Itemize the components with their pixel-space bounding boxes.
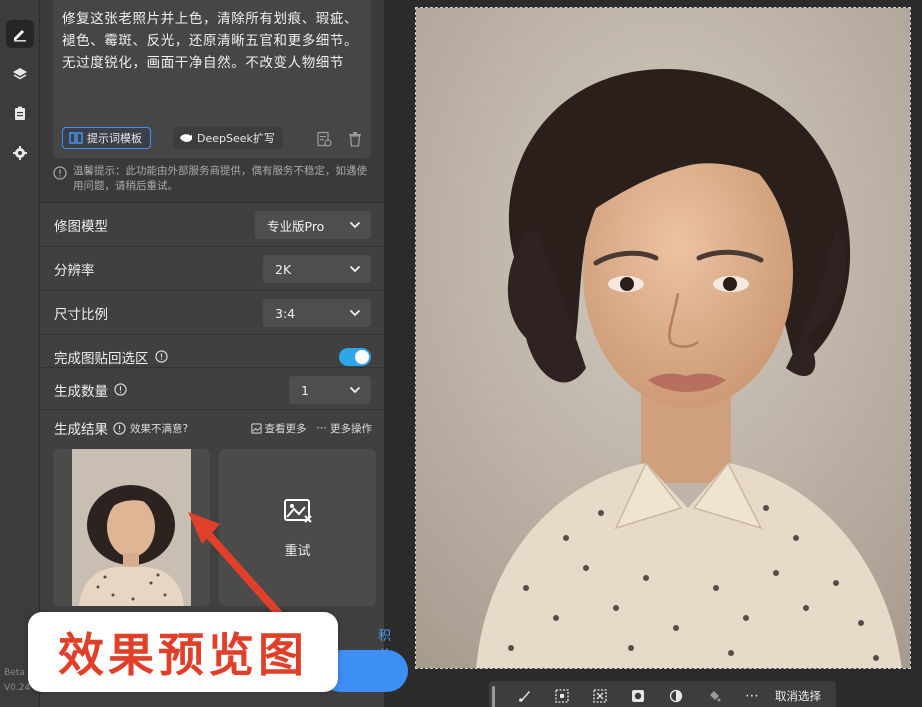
brush-icon[interactable] xyxy=(505,681,543,707)
info-icon[interactable] xyxy=(154,350,168,363)
view-more-label: 查看更多 xyxy=(264,422,307,435)
select-subject-icon[interactable] xyxy=(543,681,581,707)
restored-portrait-image xyxy=(416,8,910,668)
resolution-select[interactable]: 2K xyxy=(263,255,371,283)
layers-icon[interactable] xyxy=(6,60,34,88)
clipboard-icon[interactable] xyxy=(6,99,34,127)
annotation-callout: 效果预览图 xyxy=(28,612,338,692)
results-label: 生成结果 xyxy=(54,422,108,438)
count-value: 1 xyxy=(301,382,309,398)
count-select[interactable]: 1 xyxy=(289,376,371,404)
results-header: 生成结果 效果不满意? 查看更多 ⋯ 更多操作 xyxy=(54,418,372,438)
prompt-template-button[interactable]: 提示词模板 xyxy=(62,127,151,149)
ratio-label: 尺寸比例 xyxy=(54,306,108,323)
resolution-label: 分辨率 xyxy=(54,262,95,279)
model-value: 专业版Pro xyxy=(267,218,325,234)
mask-icon[interactable] xyxy=(619,681,657,707)
drag-handle[interactable] xyxy=(492,686,495,707)
beta-label: Beta xyxy=(4,668,25,678)
deselect-button[interactable]: 取消选择 xyxy=(775,688,821,704)
info-icon xyxy=(113,421,126,435)
deepseek-expand-label: DeepSeek扩写 xyxy=(197,132,275,145)
model-label: 修图模型 xyxy=(54,218,108,235)
view-more-button[interactable]: 查看更多 xyxy=(250,421,307,436)
trash-icon[interactable] xyxy=(346,130,364,148)
paste-back-label-wrap: 完成图贴回选区 xyxy=(54,347,168,367)
paste-back-label: 完成图贴回选区 xyxy=(54,350,149,367)
book-icon xyxy=(69,132,83,144)
more-actions-label: 更多操作 xyxy=(330,422,372,435)
resolution-row: 分辨率 2K xyxy=(40,246,384,290)
gallery-icon xyxy=(250,422,262,434)
tool-rail: Beta V0.24 xyxy=(0,0,40,707)
whale-icon xyxy=(180,134,192,142)
notice-text: 温馨提示：此功能由外部服务商提供，偶有服务不稳定，如遇使用问题，请稍后重试。 xyxy=(73,165,367,192)
model-select[interactable]: 专业版Pro xyxy=(255,211,371,239)
prompt-text[interactable]: 修复这张老照片并上色，清除所有划痕、瑕疵、褪色、霉斑、反光，还原清晰五官和更多细… xyxy=(62,8,367,74)
selection-toolbar: ⋯ 取消选择 xyxy=(489,681,836,707)
prompt-textarea[interactable]: 修复这张老照片并上色，清除所有划痕、瑕疵、褪色、霉斑、反光，还原清晰五官和更多细… xyxy=(53,0,371,158)
gear-icon[interactable] xyxy=(6,139,34,167)
annotation-arrow xyxy=(188,512,284,619)
prompt-template-label: 提示词模板 xyxy=(87,132,142,145)
chevron-down-icon xyxy=(349,221,361,229)
chevron-down-icon xyxy=(349,386,361,394)
ratio-value: 3:4 xyxy=(275,305,296,321)
ratio-row: 尺寸比例 3:4 xyxy=(40,290,384,334)
annotation-text: 效果预览图 xyxy=(58,628,308,682)
unsatisfied-link[interactable]: 效果不满意? xyxy=(130,421,188,436)
edit-pen-icon[interactable] xyxy=(6,20,34,48)
deepseek-expand-button[interactable]: DeepSeek扩写 xyxy=(173,127,283,149)
adjust-icon[interactable] xyxy=(657,681,695,707)
version-label: V0.24 xyxy=(4,683,31,693)
more-actions-button[interactable]: ⋯ 更多操作 xyxy=(317,421,373,436)
model-row: 修图模型 专业版Pro xyxy=(40,202,384,246)
ellipsis-icon: ⋯ xyxy=(316,422,328,434)
paste-back-toggle[interactable] xyxy=(339,348,371,366)
more-options-icon[interactable]: ⋯ xyxy=(733,681,771,707)
chevron-down-icon xyxy=(349,265,361,273)
invert-selection-icon[interactable] xyxy=(581,681,619,707)
image-canvas[interactable] xyxy=(415,7,911,669)
fill-bucket-icon[interactable] xyxy=(695,681,733,707)
count-label-wrap: 生成数量 xyxy=(54,380,127,400)
history-icon[interactable] xyxy=(315,130,333,148)
info-icon xyxy=(53,166,67,180)
count-row: 生成数量 1 xyxy=(40,367,384,411)
service-notice: 温馨提示：此功能由外部服务商提供，偶有服务不稳定，如遇使用问题，请稍后重试。 xyxy=(53,164,371,194)
resolution-value: 2K xyxy=(275,261,292,277)
count-label: 生成数量 xyxy=(54,383,108,400)
chevron-down-icon xyxy=(349,309,361,317)
ratio-select[interactable]: 3:4 xyxy=(263,299,371,327)
info-icon[interactable] xyxy=(114,383,127,396)
